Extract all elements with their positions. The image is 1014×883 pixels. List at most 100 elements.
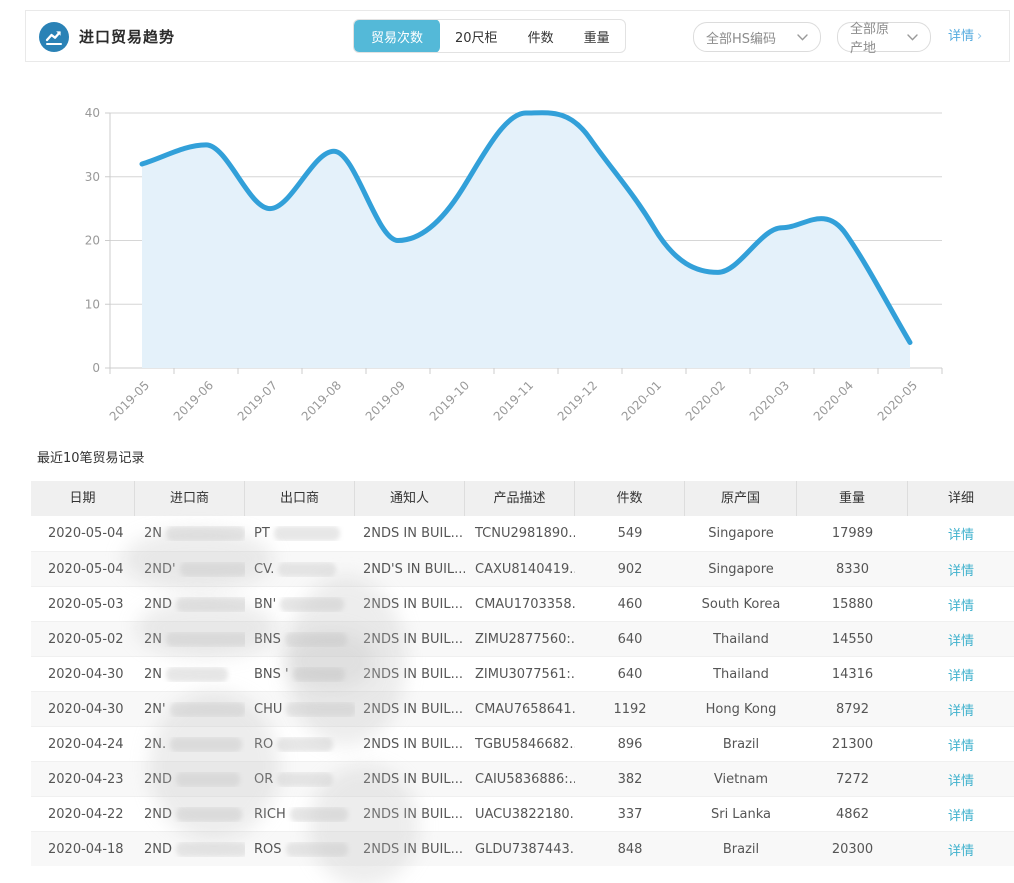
cell-weight: 14550 [797, 632, 908, 647]
cell-detail: 详情 [908, 840, 1014, 859]
cell-origin-country: Sri Lanka [685, 807, 797, 822]
svg-text:2019-07: 2019-07 [235, 378, 280, 423]
page-title: 进口贸易趋势 [79, 11, 175, 63]
column-header: 件数 [575, 481, 685, 516]
hs-code-select[interactable]: 全部HS编码 [693, 22, 821, 52]
cell-product-description: GLDU7387443... [465, 842, 575, 857]
origin-select-value: 全部原产地 [850, 18, 899, 56]
cell-product-description: CMAU1703358... [465, 597, 575, 612]
tab-20ft-container[interactable]: 20尺柜 [440, 19, 513, 53]
cell-importer: 2ND' [135, 562, 245, 577]
cell-origin-country: Thailand [685, 667, 797, 682]
cell-importer: 2ND [135, 807, 245, 822]
redacted-importer-name [176, 842, 245, 857]
row-detail-link[interactable]: 详情 [948, 528, 974, 543]
row-detail-link[interactable]: 详情 [948, 634, 974, 649]
cell-pieces: 640 [575, 632, 685, 647]
cell-origin-country: Brazil [685, 842, 797, 857]
tab-pieces[interactable]: 件数 [513, 19, 569, 53]
tab-trade-count[interactable]: 贸易次数 [354, 19, 440, 53]
redacted-importer-name [176, 772, 240, 787]
cell-date: 2020-04-30 [31, 702, 135, 717]
cell-product-description: TGBU5846682... [465, 737, 575, 752]
row-detail-link[interactable]: 详情 [948, 809, 974, 824]
cell-detail: 详情 [908, 630, 1014, 649]
origin-select[interactable]: 全部原产地 [837, 22, 931, 52]
redacted-importer-name [176, 807, 242, 822]
svg-text:2020-01: 2020-01 [619, 378, 664, 423]
row-detail-link[interactable]: 详情 [948, 774, 974, 789]
trend-area-chart: 0102030402019-052019-062019-072019-08201… [0, 90, 1014, 435]
cell-weight: 8792 [797, 702, 908, 717]
cell-importer: 2ND. [135, 842, 245, 857]
cell-origin-country: Hong Kong [685, 702, 797, 717]
cell-date: 2020-05-02 [31, 632, 135, 647]
cell-exporter: RO [245, 737, 355, 752]
cell-weight: 14316 [797, 667, 908, 682]
table-row: 2020-04-232NDOR2NDS IN BUIL...CAIU583688… [31, 761, 1014, 796]
cell-exporter: BNS [245, 632, 355, 647]
cell-weight: 7272 [797, 772, 908, 787]
cell-product-description: ZIMU2877560:... [465, 632, 575, 647]
cell-pieces: 640 [575, 667, 685, 682]
svg-text:2020-03: 2020-03 [747, 378, 792, 423]
cell-detail: 详情 [908, 805, 1014, 824]
table-row: 2020-04-242N.RO2NDS IN BUIL...TGBU584668… [31, 726, 1014, 761]
redacted-exporter-name [285, 632, 347, 647]
redacted-exporter-name [286, 842, 348, 857]
cell-importer: 2N' [135, 702, 245, 717]
row-detail-link[interactable]: 详情 [948, 739, 974, 754]
svg-text:2019-10: 2019-10 [427, 378, 472, 423]
row-detail-link[interactable]: 详情 [948, 844, 974, 859]
redacted-importer-name [176, 597, 245, 612]
cell-origin-country: Singapore [685, 526, 797, 541]
column-header: 进口商 [135, 481, 245, 516]
cell-notify-party: 2NDS IN BUIL... [355, 807, 465, 822]
cell-weight: 20300 [797, 842, 908, 857]
redacted-importer-name [166, 632, 245, 647]
recent-trades-title: 最近10笔贸易记录 [37, 447, 145, 466]
cell-origin-country: South Korea [685, 597, 797, 612]
column-header: 日期 [31, 481, 135, 516]
cell-notify-party: 2NDS IN BUIL... [355, 597, 465, 612]
chevron-down-icon [907, 34, 918, 41]
row-detail-link[interactable]: 详情 [948, 669, 974, 684]
cell-detail: 详情 [908, 595, 1014, 614]
cell-importer: 2ND [135, 597, 245, 612]
svg-text:2019-11: 2019-11 [491, 378, 536, 423]
svg-text:10: 10 [85, 297, 100, 311]
cell-weight: 15880 [797, 597, 908, 612]
redacted-exporter-name [278, 562, 336, 577]
cell-weight: 21300 [797, 737, 908, 752]
cell-notify-party: 2NDS IN BUIL... [355, 632, 465, 647]
header-detail-link[interactable]: 详情› [948, 11, 982, 63]
cell-exporter: CHU [245, 702, 355, 717]
redacted-exporter-name [293, 667, 345, 682]
cell-notify-party: 2NDS IN BUIL... [355, 702, 465, 717]
svg-text:2019-08: 2019-08 [299, 378, 344, 423]
redacted-exporter-name [274, 526, 340, 541]
chevron-down-icon [797, 34, 808, 41]
cell-origin-country: Thailand [685, 632, 797, 647]
cell-weight: 4862 [797, 807, 908, 822]
table-row: 2020-05-022N.BNS2NDS IN BUIL...ZIMU28775… [31, 621, 1014, 656]
cell-pieces: 896 [575, 737, 685, 752]
row-detail-link[interactable]: 详情 [948, 704, 974, 719]
cell-exporter: PT [245, 526, 355, 541]
row-detail-link[interactable]: 详情 [948, 599, 974, 614]
cell-pieces: 549 [575, 526, 685, 541]
column-header: 通知人 [355, 481, 465, 516]
svg-text:40: 40 [85, 106, 100, 120]
tab-weight[interactable]: 重量 [569, 19, 625, 53]
cell-notify-party: 2ND'S IN BUIL... [355, 562, 465, 577]
chevron-right-icon: › [977, 29, 982, 44]
column-header: 出口商 [245, 481, 355, 516]
column-header: 重量 [797, 481, 908, 516]
redacted-importer-name [166, 667, 228, 682]
cell-pieces: 1192 [575, 702, 685, 717]
cell-importer: 2ND [135, 772, 245, 787]
row-detail-link[interactable]: 详情 [948, 564, 974, 579]
cell-weight: 8330 [797, 562, 908, 577]
cell-importer: 2N [135, 667, 245, 682]
cell-date: 2020-04-18 [31, 842, 135, 857]
